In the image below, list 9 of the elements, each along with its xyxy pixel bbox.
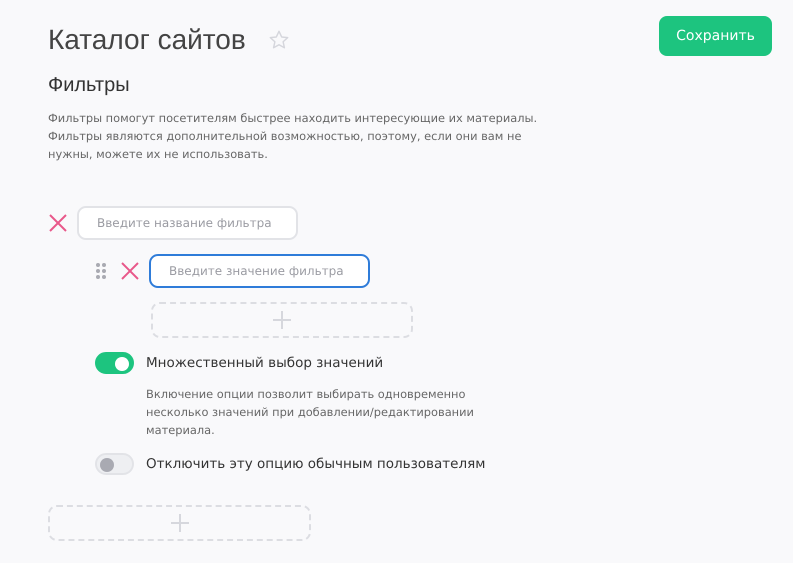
option-label: Множественный выбор значений (146, 355, 384, 371)
section-description: Фильтры помогут посетителям быстрее находить интересующие их материалы. Фильтры являются дополнительной возможностью, поэтому, если они вам не нужны, можете их не использовать. (48, 110, 538, 163)
filter-value-field[interactable]: Введите значение фильтра (149, 254, 370, 288)
option-label: Отключить эту опцию обычным пользователям (146, 456, 486, 472)
option-hint: Включение опции позволит выбирать одновременно несколько значений при добавлении/редактировании материала. (146, 386, 475, 439)
page-title: Каталог сайтов (48, 24, 246, 56)
section-title: Фильтры (48, 74, 131, 97)
save-button[interactable]: Сохранить (659, 16, 772, 56)
filter-name-field[interactable]: Введите название фильтра (77, 206, 298, 240)
